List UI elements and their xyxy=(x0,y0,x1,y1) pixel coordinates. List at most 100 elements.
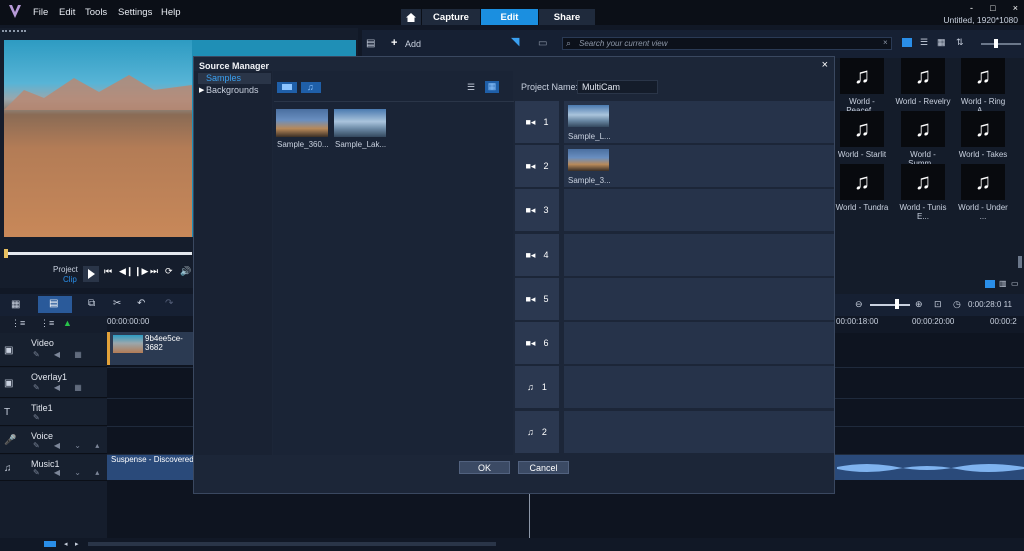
zoom-thumb[interactable] xyxy=(895,299,899,309)
camera-slot-6-track[interactable] xyxy=(564,322,834,364)
project-name-label: Project Name: xyxy=(521,82,579,92)
menu-edit[interactable]: Edit xyxy=(59,7,75,18)
media-item[interactable]: Sample_Lak... xyxy=(334,109,386,149)
search-input[interactable]: Search your current view xyxy=(562,37,892,50)
minimize-button[interactable]: - xyxy=(970,3,973,13)
close-window-button[interactable]: × xyxy=(1013,3,1018,13)
library-item[interactable]: ♫ World - Tundra xyxy=(834,164,890,212)
menu-file[interactable]: File xyxy=(33,7,48,18)
library-item[interactable]: ♫World - Peacef... xyxy=(834,58,890,115)
play-button[interactable] xyxy=(83,266,99,282)
timecode-display[interactable]: 0:00:28:0 11 xyxy=(968,300,1012,309)
scrub-thumb[interactable] xyxy=(4,249,8,258)
layout-icon[interactable] xyxy=(985,280,995,288)
copy-icon[interactable]: ⧉ xyxy=(88,298,95,309)
library-item[interactable]: ♫ World - Tunis E... xyxy=(895,164,951,221)
tab-edit[interactable]: Edit xyxy=(481,9,538,25)
camera-slot-5-track[interactable] xyxy=(564,278,834,320)
maximize-button[interactable]: □ xyxy=(990,3,995,13)
track-controls[interactable]: ✎ xyxy=(33,413,46,422)
grid-view-icon[interactable]: ▦ xyxy=(485,81,499,93)
video-filter-button[interactable] xyxy=(277,82,297,93)
library-item[interactable]: ♫World - Ring A... xyxy=(955,58,1011,115)
camera-slot-1-track[interactable]: Sample_L... xyxy=(564,101,834,143)
volume-icon[interactable]: 🔊 xyxy=(180,266,191,277)
chapter-icon[interactable]: ⋮≡ xyxy=(40,318,54,329)
expand-arrow-icon[interactable]: ▶ xyxy=(199,86,204,94)
audio-slot-2-track[interactable] xyxy=(564,411,834,453)
scroll-right-icon[interactable]: ▸ xyxy=(75,540,79,548)
menu-settings[interactable]: Settings xyxy=(118,7,152,18)
camera-slot-2-track[interactable]: Sample_3... xyxy=(564,145,834,187)
zoom-in-icon[interactable]: ⊕ xyxy=(915,299,923,310)
track-manager-icon[interactable]: ⋮≡ xyxy=(11,318,25,329)
library-item[interactable]: ♫ World - Under ... xyxy=(955,164,1011,221)
timeline-zoom-icon[interactable] xyxy=(44,541,56,547)
redo-icon[interactable]: ↷ xyxy=(165,298,173,309)
add-icon[interactable]: + xyxy=(391,37,397,49)
menu-tools[interactable]: Tools xyxy=(85,7,107,18)
library-filter-icon[interactable]: ◥ xyxy=(511,35,519,48)
ripple-edit-icon[interactable]: ▲ xyxy=(63,318,72,328)
timeline-hscrollbar[interactable] xyxy=(88,542,496,546)
import-icon[interactable]: ▤ xyxy=(366,38,375,49)
camera-slot-3-track[interactable] xyxy=(564,189,834,231)
audio-filter-button[interactable]: ♫ xyxy=(301,82,321,93)
view-list-icon[interactable]: ☰ xyxy=(920,37,928,48)
repeat-icon[interactable]: ⟳ xyxy=(165,266,173,277)
media-item[interactable]: Sample_360... xyxy=(276,109,329,149)
dialog-close-button[interactable]: × xyxy=(822,59,828,71)
sort-icon[interactable]: ⇅ xyxy=(956,37,964,48)
prev-frame-icon[interactable]: ◀❙ xyxy=(119,266,133,277)
scroll-left-icon[interactable]: ◂ xyxy=(64,540,68,548)
clip-mode-label[interactable]: Clip xyxy=(63,275,77,284)
project-mode-label[interactable]: Project xyxy=(53,265,78,274)
camera-slot-4-track[interactable] xyxy=(564,234,834,276)
title-track-icon: T xyxy=(4,407,11,418)
media-thumbnail xyxy=(276,109,328,137)
tree-item-samples[interactable]: Samples xyxy=(198,73,271,84)
undo-icon[interactable]: ↶ xyxy=(137,298,145,309)
list-view-icon[interactable]: ☰ xyxy=(467,82,475,93)
track-controls[interactable]: ✎ ◀ ▦ xyxy=(33,350,88,359)
view-details-icon[interactable]: ▦ xyxy=(937,37,946,48)
library-scrollbar[interactable] xyxy=(1018,256,1022,268)
home-button[interactable] xyxy=(401,9,421,25)
layout-split-icon[interactable]: ▥ xyxy=(999,279,1007,288)
clear-search-icon[interactable]: × xyxy=(883,38,888,47)
audio-slot-1-track[interactable] xyxy=(564,366,834,408)
view-thumbnail-icon[interactable] xyxy=(902,38,912,47)
track-controls[interactable]: ✎ ◀ ⌄ ▴ xyxy=(33,441,105,450)
go-start-icon[interactable]: ⏮ xyxy=(104,266,112,277)
storyboard-view-icon[interactable]: ▦ xyxy=(11,299,20,310)
layout-full-icon[interactable]: ▭ xyxy=(1011,279,1019,288)
fit-icon[interactable]: ⊡ xyxy=(934,299,942,310)
menu-help[interactable]: Help xyxy=(161,7,181,18)
tree-item-backgrounds[interactable]: Backgrounds xyxy=(206,85,259,95)
cancel-button[interactable]: Cancel xyxy=(518,461,569,474)
library-item[interactable]: ♫World - Summ... xyxy=(895,111,951,168)
library-item[interactable]: ♫World - Starlit ... xyxy=(834,111,890,168)
zoom-out-icon[interactable]: ⊖ xyxy=(855,299,863,310)
track-controls[interactable]: ✎ ◀ ⌄ ▴ xyxy=(33,468,105,477)
thumbnail-size-thumb[interactable] xyxy=(994,39,998,48)
library-item[interactable]: ♫World - Takes ... xyxy=(955,111,1011,168)
tools-icon[interactable]: ✂ xyxy=(113,298,121,309)
timeline-view-button[interactable]: ▤ xyxy=(38,296,72,313)
go-end-icon[interactable]: ⏭ xyxy=(150,266,158,277)
tab-capture[interactable]: Capture xyxy=(422,9,480,25)
ok-button[interactable]: OK xyxy=(459,461,510,474)
thumbnail-size-slider[interactable] xyxy=(981,43,1021,45)
zoom-slider[interactable] xyxy=(870,304,910,306)
project-name-field[interactable]: MultiCam xyxy=(577,80,658,94)
library-item[interactable]: ♫ World - Revelry xyxy=(895,58,951,106)
track-controls[interactable]: ✎ ◀ ▦ xyxy=(33,383,88,392)
folder-icon[interactable]: ▭ xyxy=(538,38,547,49)
next-frame-icon[interactable]: ❙▶ xyxy=(134,266,148,277)
music-note-icon: ♫ xyxy=(901,58,945,94)
tab-share[interactable]: Share xyxy=(539,9,595,25)
video-clip[interactable]: 9b4ee5ce-3682 xyxy=(107,332,195,365)
scrub-bar[interactable] xyxy=(4,252,192,255)
add-button-label[interactable]: Add xyxy=(405,39,421,49)
voice-track-icon: 🎤 xyxy=(4,435,17,446)
